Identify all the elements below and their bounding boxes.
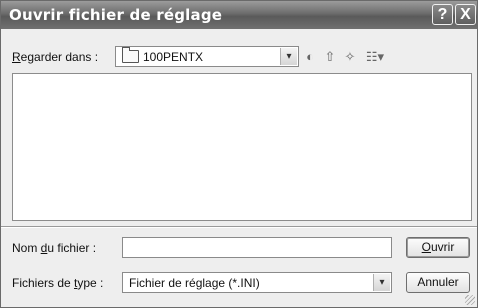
chevron-down-icon[interactable]: ▾	[280, 48, 297, 65]
view-menu-icon[interactable]: ☷▾	[362, 49, 388, 65]
file-type-combo[interactable]: Fichier de réglage (*.INI) ▾	[122, 272, 392, 293]
folder-icon	[122, 47, 139, 63]
new-folder-icon[interactable]: ✧	[342, 49, 358, 65]
look-in-label: Regarder dans :	[12, 50, 99, 64]
file-name-label: Nom du fichier :	[12, 241, 97, 255]
back-icon[interactable]: ◐	[302, 49, 318, 65]
file-list[interactable]	[12, 73, 472, 221]
close-button[interactable]: X	[455, 4, 476, 25]
file-type-label: Fichiers de type :	[12, 276, 104, 290]
title-bar[interactable]: Ouvrir fichier de réglage ? X	[1, 1, 477, 29]
open-settings-dialog: Ouvrir fichier de réglage ? X Regarder d…	[0, 0, 478, 308]
file-name-input[interactable]	[122, 237, 392, 258]
cancel-button[interactable]: Annuler	[406, 272, 470, 293]
chevron-down-icon[interactable]: ▾	[373, 274, 390, 291]
file-type-value: Fichier de réglage (*.INI)	[129, 276, 260, 290]
dialog-title: Ouvrir fichier de réglage	[9, 6, 223, 24]
up-folder-icon[interactable]: ⇧	[322, 49, 338, 65]
open-button[interactable]: Ouvrir	[406, 237, 470, 258]
resize-grip[interactable]	[465, 295, 475, 305]
help-button[interactable]: ?	[432, 4, 453, 25]
look-in-combo[interactable]: 100PENTX ▾	[115, 46, 299, 67]
look-in-value: 100PENTX	[143, 50, 204, 64]
